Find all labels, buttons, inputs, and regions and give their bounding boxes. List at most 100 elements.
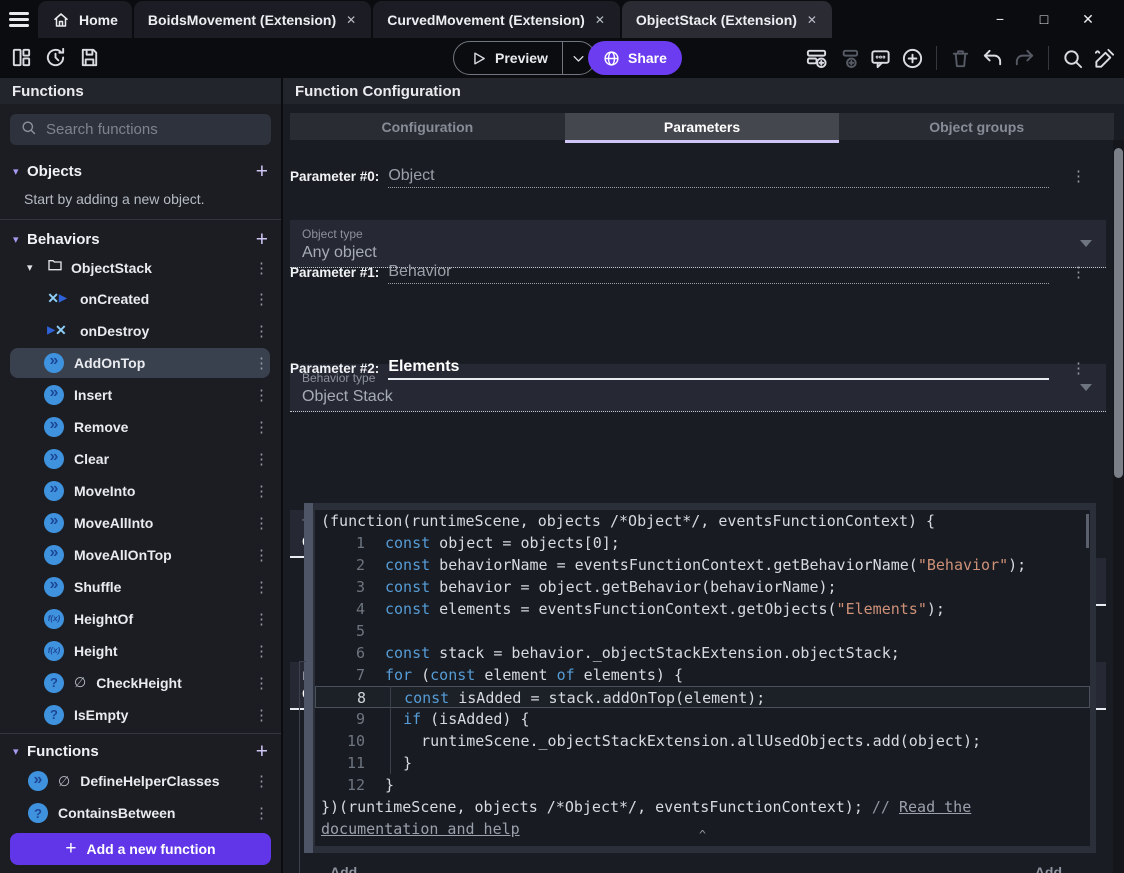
add-behavior-button[interactable]: + bbox=[256, 229, 268, 250]
clipped-add-button-left[interactable]: Add bbox=[330, 864, 357, 873]
sidebar-item-ondestroy[interactable]: ▶ ✕ onDestroy ⋮ bbox=[0, 315, 281, 347]
search-placeholder: Search functions bbox=[46, 121, 158, 139]
scrollbar-thumb[interactable] bbox=[1114, 148, 1123, 478]
sidebar-item-height[interactable]: f(x) Height ⋮ bbox=[0, 635, 281, 667]
tab-configuration[interactable]: Configuration bbox=[290, 113, 565, 140]
line-text: const behaviorName = eventsFunctionConte… bbox=[385, 556, 1027, 574]
code-editor[interactable]: (function(runtimeScene, objects /*Object… bbox=[315, 510, 1090, 846]
kebab-menu-icon[interactable]: ⋮ bbox=[254, 418, 269, 436]
parameter-1-name-input[interactable]: Behavior bbox=[388, 263, 1049, 284]
add-object-button[interactable]: + bbox=[256, 161, 268, 182]
share-button[interactable]: Share bbox=[588, 41, 682, 75]
main-menu-button[interactable] bbox=[0, 1, 38, 38]
collapse-editor-button[interactable]: ^ bbox=[699, 824, 706, 846]
kebab-menu-icon[interactable]: ⋮ bbox=[254, 772, 269, 790]
add-event-icon[interactable] bbox=[805, 47, 828, 70]
kebab-menu-icon[interactable]: ⋮ bbox=[254, 290, 269, 308]
sidebar-item-heightof[interactable]: f(x) HeightOf ⋮ bbox=[0, 603, 281, 635]
sidebar-item-addontop[interactable]: » AddOnTop ⋮ bbox=[0, 347, 281, 379]
tab-object-groups[interactable]: Object groups bbox=[839, 113, 1115, 140]
search-functions-input[interactable]: Search functions bbox=[10, 114, 271, 146]
tab-home[interactable]: Home bbox=[38, 1, 132, 38]
add-free-function-button[interactable]: + bbox=[256, 741, 268, 762]
kebab-menu-icon[interactable]: ⋮ bbox=[254, 514, 269, 532]
kebab-menu-icon[interactable]: ⋮ bbox=[1071, 263, 1086, 284]
sidebar-item-moveallinto[interactable]: » MoveAllInto ⋮ bbox=[0, 507, 281, 539]
tab-label: BoidsMovement (Extension) bbox=[147, 11, 337, 28]
search-icon[interactable] bbox=[1061, 47, 1084, 70]
sidebar-item-moveallontop[interactable]: » MoveAllOnTop ⋮ bbox=[0, 539, 281, 571]
sidebar-item-oncreated[interactable]: ✕ ▶ onCreated ⋮ bbox=[0, 283, 281, 315]
code-line-12: 12} bbox=[315, 774, 1090, 796]
chevron-down-icon[interactable]: ▾ bbox=[13, 745, 27, 758]
sidebar-item-containsbetween[interactable]: ? ContainsBetween ⋮ bbox=[0, 797, 281, 829]
sidebar-item-shuffle[interactable]: » Shuffle ⋮ bbox=[0, 571, 281, 603]
kebab-menu-icon[interactable]: ⋮ bbox=[254, 354, 269, 372]
behaviors-section-header[interactable]: ▾ Behaviors + bbox=[0, 226, 281, 253]
kebab-menu-icon[interactable]: ⋮ bbox=[254, 642, 269, 660]
functions-section-header[interactable]: ▾ Functions + bbox=[0, 738, 281, 765]
kebab-menu-icon[interactable]: ⋮ bbox=[254, 674, 269, 692]
panels-icon[interactable] bbox=[10, 46, 33, 69]
parameter-0-name-input[interactable]: Object bbox=[388, 167, 1049, 188]
minimize-button[interactable]: − bbox=[978, 11, 1022, 27]
tab-objectstack-extension[interactable]: ObjectStack (Extension) ✕ bbox=[621, 1, 832, 38]
tab-parameters[interactable]: Parameters bbox=[564, 113, 840, 143]
behavior-folder-objectstack[interactable]: ▾ ObjectStack ⋮ bbox=[0, 253, 281, 282]
tab-close-icon[interactable]: ✕ bbox=[806, 13, 818, 27]
sidebar-item-clear[interactable]: » Clear ⋮ bbox=[0, 443, 281, 475]
trash-icon bbox=[949, 47, 972, 70]
kebab-menu-icon[interactable]: ⋮ bbox=[254, 386, 269, 404]
add-comment-icon[interactable] bbox=[869, 47, 892, 70]
kebab-menu-icon[interactable]: ⋮ bbox=[254, 450, 269, 468]
sidebar-item-checkheight[interactable]: ? ∅ CheckHeight ⋮ bbox=[0, 667, 281, 699]
scrollbar-track[interactable] bbox=[1113, 140, 1124, 873]
objects-section-header[interactable]: ▾ Objects + bbox=[0, 157, 281, 184]
add-circle-icon[interactable] bbox=[901, 47, 924, 70]
action-function-icon: » bbox=[44, 512, 64, 533]
clipped-add-button-right[interactable]: Add bbox=[1035, 864, 1062, 873]
parameter-2-name-input[interactable]: Elements bbox=[388, 358, 1049, 380]
close-button[interactable]: ✕ bbox=[1066, 11, 1110, 28]
toolbar-right-icons bbox=[805, 46, 1116, 70]
maximize-button[interactable]: □ bbox=[1022, 11, 1066, 27]
preview-button[interactable]: Preview bbox=[453, 41, 596, 75]
item-inner: » AddOnTop bbox=[0, 352, 254, 373]
edit-icon[interactable] bbox=[1093, 47, 1116, 70]
chevron-down-icon[interactable]: ▾ bbox=[13, 233, 27, 246]
tab-curvedmovement-extension[interactable]: CurvedMovement (Extension) ✕ bbox=[373, 1, 620, 38]
chevron-down-icon[interactable]: ▾ bbox=[13, 165, 27, 178]
kebab-menu-icon[interactable]: ⋮ bbox=[254, 482, 269, 500]
kebab-menu-icon[interactable]: ⋮ bbox=[254, 804, 269, 822]
kebab-menu-icon[interactable]: ⋮ bbox=[254, 546, 269, 564]
action-function-icon: » bbox=[44, 576, 64, 597]
kebab-menu-icon[interactable]: ⋮ bbox=[254, 322, 269, 340]
sidebar-item-moveinto[interactable]: » MoveInto ⋮ bbox=[0, 475, 281, 507]
editor-scrollbar[interactable] bbox=[1086, 514, 1089, 548]
undo-icon[interactable] bbox=[981, 47, 1004, 70]
tab-close-icon[interactable]: ✕ bbox=[594, 13, 606, 27]
kebab-menu-icon[interactable]: ⋮ bbox=[1071, 167, 1086, 188]
tab-close-icon[interactable]: ✕ bbox=[345, 13, 357, 27]
kebab-menu-icon[interactable]: ⋮ bbox=[254, 259, 269, 277]
sidebar-item-isempty[interactable]: ? IsEmpty ⋮ bbox=[0, 699, 281, 731]
kebab-menu-icon[interactable]: ⋮ bbox=[254, 610, 269, 628]
tab-boidsmovement-extension[interactable]: BoidsMovement (Extension) ✕ bbox=[133, 1, 372, 38]
sidebar-item-remove[interactable]: » Remove ⋮ bbox=[0, 411, 281, 443]
play-icon bbox=[470, 50, 487, 67]
save-icon[interactable] bbox=[78, 46, 101, 69]
code-block-handle[interactable] bbox=[304, 503, 313, 853]
kebab-menu-icon[interactable]: ⋮ bbox=[254, 578, 269, 596]
add-new-function-button[interactable]: + Add a new function bbox=[10, 833, 271, 865]
kebab-menu-icon[interactable]: ⋮ bbox=[254, 706, 269, 724]
sidebar-item-insert[interactable]: » Insert ⋮ bbox=[0, 379, 281, 411]
lifecycle-destroy-icon: ▶ ✕ bbox=[47, 322, 67, 339]
divider bbox=[0, 218, 281, 220]
chevron-down-icon[interactable]: ▾ bbox=[27, 261, 39, 274]
kebab-menu-icon[interactable]: ⋮ bbox=[1071, 359, 1086, 380]
history-icon[interactable] bbox=[44, 46, 67, 69]
share-label: Share bbox=[628, 50, 667, 66]
sidebar-title: Functions bbox=[0, 78, 281, 104]
condition-function-icon: ? bbox=[44, 704, 64, 725]
sidebar-item-definehelperclasses[interactable]: » ∅ DefineHelperClasses ⋮ bbox=[0, 765, 281, 797]
